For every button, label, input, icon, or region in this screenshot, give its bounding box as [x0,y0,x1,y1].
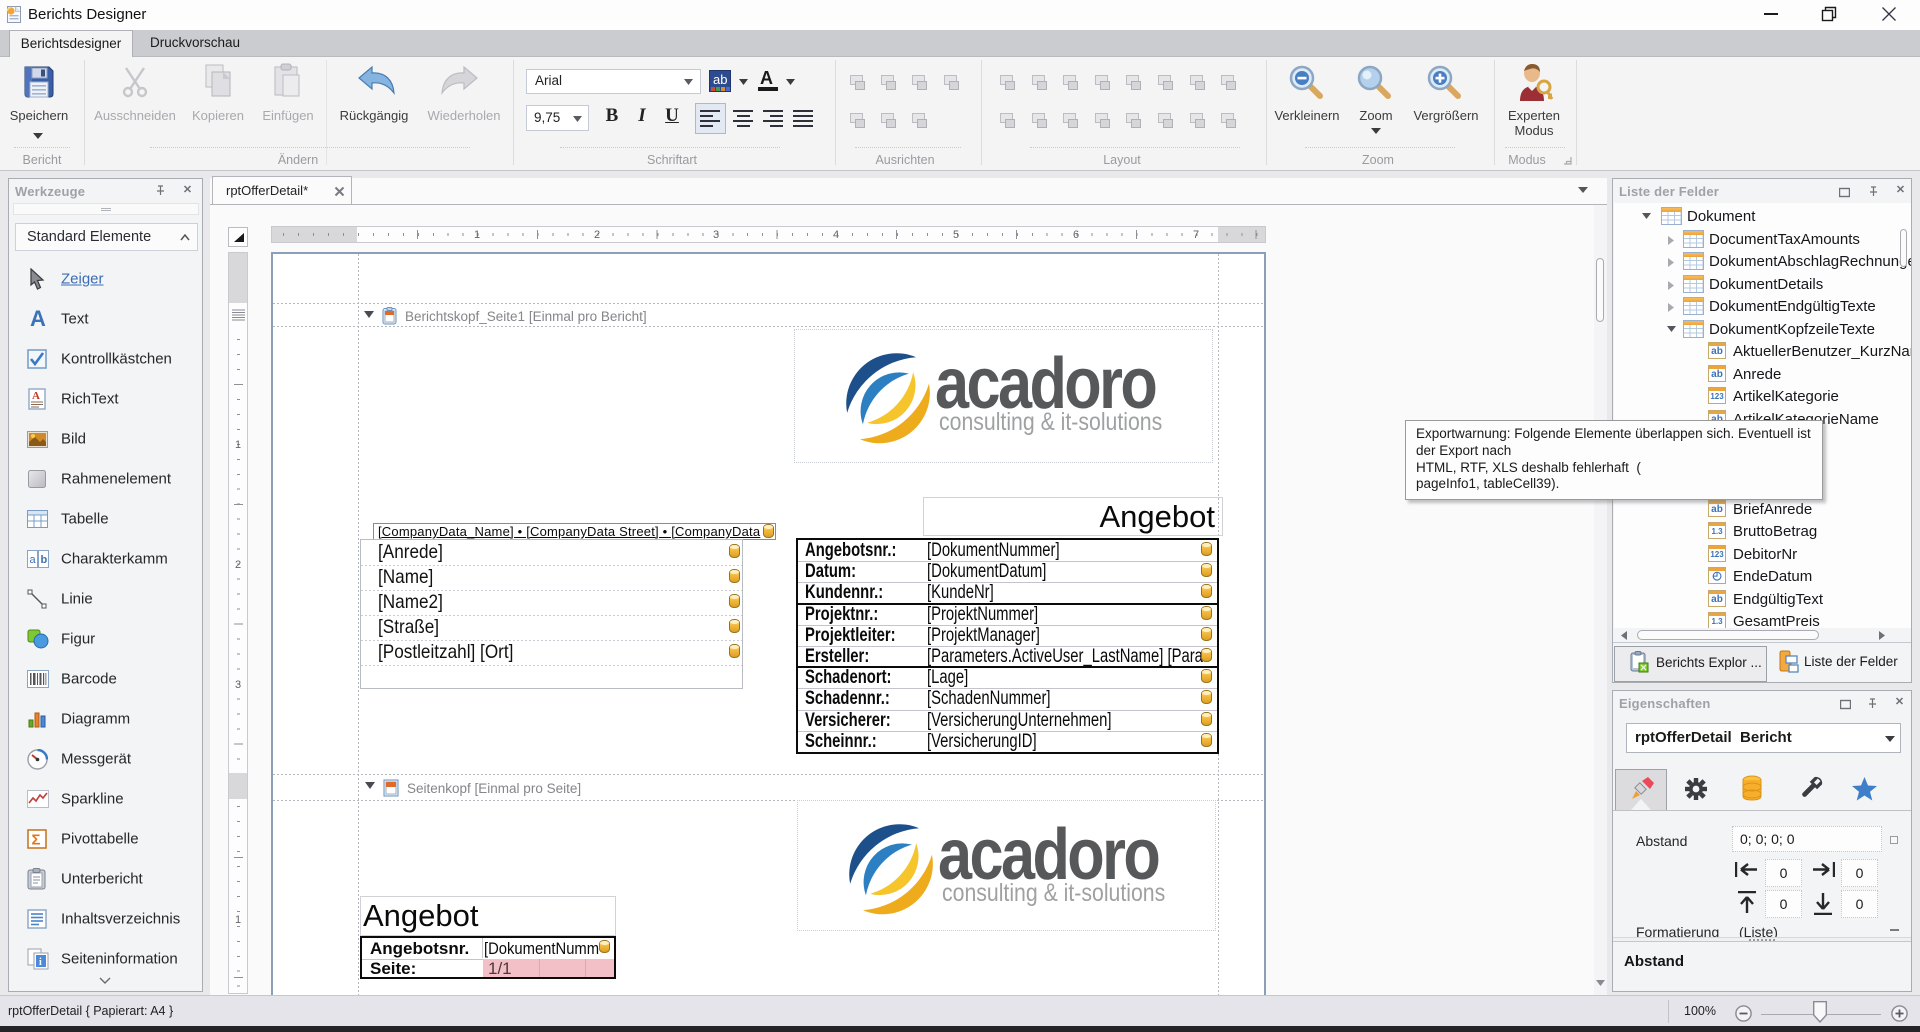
svg-text:a: a [30,554,37,566]
svg-text:i: i [39,957,42,968]
svg-text:b: b [41,554,48,566]
svg-text:Σ: Σ [32,832,41,849]
svg-text:A: A [32,390,40,402]
